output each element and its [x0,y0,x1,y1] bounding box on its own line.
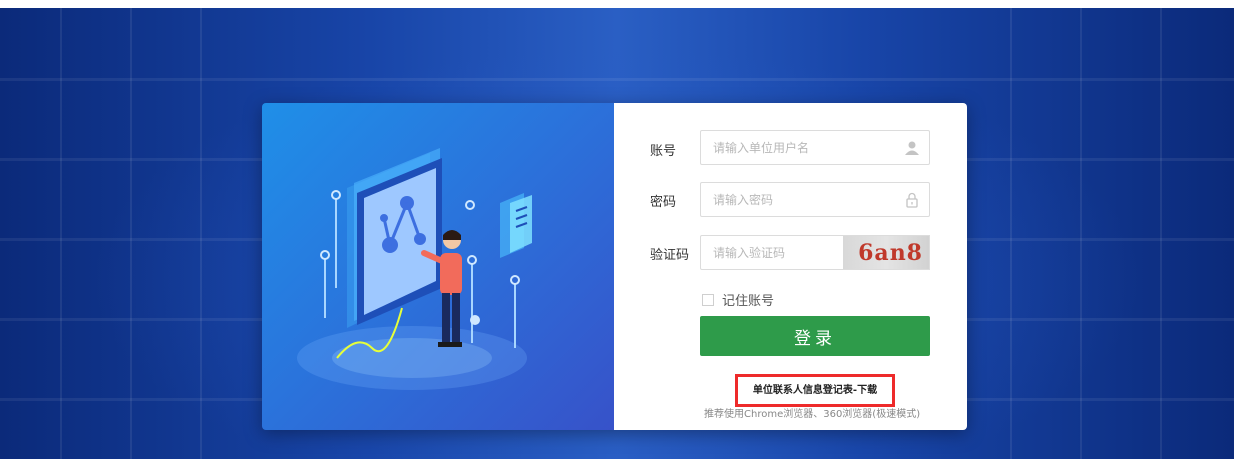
password-input[interactable] [701,183,881,216]
illustration-panel [262,103,614,430]
remember-account[interactable]: 记住账号 [702,290,774,309]
login-card: 账号 密码 验证码 6an8 记住账号 登录 单位联系人 [262,103,967,430]
remember-label: 记住账号 [722,294,775,309]
account-field-wrap [700,130,930,165]
account-label: 账号 [650,144,677,159]
lock-icon [906,192,918,208]
remember-checkbox[interactable] [702,293,714,306]
download-link[interactable]: 单位联系人信息登记表-下载 [735,374,895,407]
captcha-label: 验证码 [650,248,690,263]
login-form-panel: 账号 密码 验证码 6an8 记住账号 登录 单位联系人 [614,103,967,430]
browser-tip: 推荐使用Chrome浏览器、360浏览器(极速模式) [704,409,921,420]
account-input[interactable] [701,131,881,164]
captcha-input[interactable] [701,236,841,269]
password-label: 密码 [650,195,677,210]
illustration-graphic [297,148,532,390]
login-button[interactable]: 登录 [700,316,930,356]
captcha-image[interactable]: 6an8 [843,235,930,270]
password-field-wrap [700,182,930,217]
captcha-field-wrap [700,235,845,270]
user-icon [905,141,919,155]
